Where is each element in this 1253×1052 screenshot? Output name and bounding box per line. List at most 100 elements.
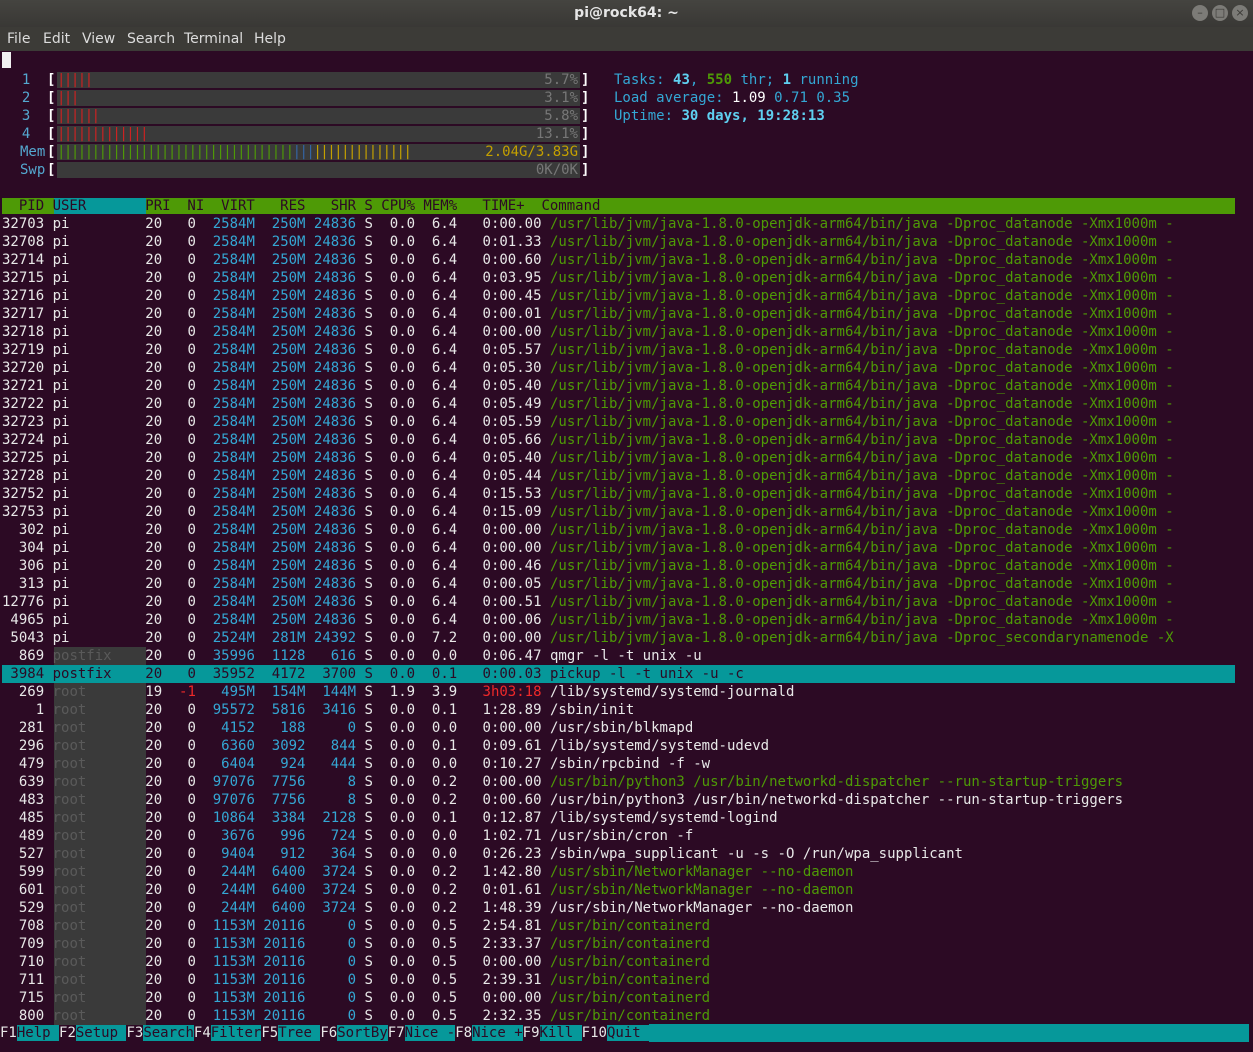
fkey-label-search[interactable]: Search [143,1025,194,1041]
fkey-f1[interactable]: F1 [0,1025,17,1041]
cell-cpu: 0.0 [372,234,416,250]
cell-shr: 24836 [305,378,357,394]
cell-pri: 20 [128,828,163,844]
fkey-label-quit[interactable]: Quit [606,1025,650,1041]
cell-mem: 0.1 [415,666,458,682]
menu-terminal[interactable]: Terminal [184,31,243,47]
process-row[interactable]: 32715 pi 20 0 2584M 250M 24836 S 0.0 6.4… [2,269,1237,287]
process-row[interactable]: 32716 pi 20 0 2584M 250M 24836 S 0.0 6.4… [2,287,1237,305]
process-row[interactable]: 32703 pi 20 0 2584M 250M 24836 S 0.0 6.4… [2,215,1237,233]
fkey-label-help[interactable]: Help [16,1025,60,1041]
cell-virt: 2524M [195,630,255,646]
fkey-f8[interactable]: F8 [455,1025,472,1041]
fkey-f7[interactable]: F7 [388,1025,405,1041]
cell-user: pi [52,414,129,430]
fkey-f2[interactable]: F2 [59,1025,76,1041]
fkey-f9[interactable]: F9 [523,1025,540,1041]
process-row[interactable]: 32722 pi 20 0 2584M 250M 24836 S 0.0 6.4… [2,395,1237,413]
process-row[interactable]: 485 root 20 0 10864 3384 2128 S 0.0 0.1 … [2,809,1237,827]
cell-user: pi [52,288,129,304]
menu-file[interactable]: File [7,31,30,47]
process-row[interactable]: 711 root 20 0 1153M 20116 0 S 0.0 0.5 2:… [2,971,1237,989]
process-row[interactable]: 32724 pi 20 0 2584M 250M 24836 S 0.0 6.4… [2,431,1237,449]
cell-state: S [356,540,373,556]
maximize-icon[interactable]: □ [1212,5,1228,21]
process-row[interactable]: 715 root 20 0 1153M 20116 0 S 0.0 0.5 0:… [2,989,1237,1007]
process-row[interactable]: 489 root 20 0 3676 996 724 S 0.0 0.0 1:0… [2,827,1237,845]
process-row[interactable]: 710 root 20 0 1153M 20116 0 S 0.0 0.5 0:… [2,953,1237,971]
process-row[interactable]: 32725 pi 20 0 2584M 250M 24836 S 0.0 6.4… [2,449,1237,467]
process-row[interactable]: 32728 pi 20 0 2584M 250M 24836 S 0.0 6.4… [2,467,1237,485]
process-row[interactable]: 639 root 20 0 97076 7756 8 S 0.0 0.2 0:0… [2,773,1237,791]
process-row[interactable]: 32723 pi 20 0 2584M 250M 24836 S 0.0 6.4… [2,413,1237,431]
process-row[interactable]: 32708 pi 20 0 2584M 250M 24836 S 0.0 6.4… [2,233,1237,251]
window-titlebar[interactable]: pi@rock64: ~ – □ × [0,0,1253,27]
cell-state: S [356,288,373,304]
process-row[interactable]: 709 root 20 0 1153M 20116 0 S 0.0 0.5 2:… [2,935,1237,953]
cell-cpu: 0.0 [372,630,416,646]
fkey-f4[interactable]: F4 [194,1025,211,1041]
process-row[interactable]: 3984 postfix 20 0 35952 4172 3700 S 0.0 … [2,665,1237,683]
process-row[interactable]: 32753 pi 20 0 2584M 250M 24836 S 0.0 6.4… [2,503,1237,521]
process-row[interactable]: 296 root 20 0 6360 3092 844 S 0.0 0.1 0:… [2,737,1237,755]
cpu-4-close-bracket: ] [581,126,590,142]
cell-ni: 0 [162,882,196,898]
cell-res: 250M [254,432,306,448]
minimize-icon[interactable]: – [1192,5,1208,21]
process-row[interactable]: 32718 pi 20 0 2584M 250M 24836 S 0.0 6.4… [2,323,1237,341]
process-row[interactable]: 529 root 20 0 244M 6400 3724 S 0.0 0.2 1… [2,899,1237,917]
process-row[interactable]: 708 root 20 0 1153M 20116 0 S 0.0 0.5 2:… [2,917,1237,935]
menu-edit[interactable]: Edit [43,31,70,47]
fkey-label-nice-[interactable]: Nice + [472,1025,523,1041]
process-row[interactable]: 32752 pi 20 0 2584M 250M 24836 S 0.0 6.4… [2,485,1237,503]
process-row[interactable]: 304 pi 20 0 2584M 250M 24836 S 0.0 6.4 0… [2,539,1237,557]
process-row[interactable]: 306 pi 20 0 2584M 250M 24836 S 0.0 6.4 0… [2,557,1237,575]
cell-shr: 24836 [305,468,357,484]
cell-cpu: 0.0 [372,990,416,1006]
close-icon[interactable]: × [1232,5,1248,21]
menu-help[interactable]: Help [254,31,286,47]
fkey-label-kill[interactable]: Kill [539,1025,582,1041]
process-row[interactable]: 479 root 20 0 6404 924 444 S 0.0 0.0 0:1… [2,755,1237,773]
process-row[interactable]: 527 root 20 0 9404 912 364 S 0.0 0.0 0:2… [2,845,1237,863]
cell-cpu: 0.0 [372,432,416,448]
process-row[interactable]: 32720 pi 20 0 2584M 250M 24836 S 0.0 6.4… [2,359,1237,377]
cell-virt: 2584M [195,594,255,610]
menu-search[interactable]: Search [127,31,175,47]
cell-shr: 24836 [305,360,357,376]
process-row[interactable]: 32719 pi 20 0 2584M 250M 24836 S 0.0 6.4… [2,341,1237,359]
process-row[interactable]: 32717 pi 20 0 2584M 250M 24836 S 0.0 6.4… [2,305,1237,323]
process-row[interactable]: 483 root 20 0 97076 7756 8 S 0.0 0.2 0:0… [2,791,1237,809]
fkey-label-nice-[interactable]: Nice - [404,1025,456,1041]
process-row[interactable]: 599 root 20 0 244M 6400 3724 S 0.0 0.2 1… [2,863,1237,881]
cell-time: 0:00.45 [457,288,542,304]
menu-view[interactable]: View [82,31,115,47]
fkey-label-filter[interactable]: Filter [210,1025,262,1041]
process-row[interactable]: 12776 pi 20 0 2584M 250M 24836 S 0.0 6.4… [2,593,1237,611]
cell-user: pi [52,324,129,340]
process-row[interactable]: 601 root 20 0 244M 6400 3724 S 0.0 0.2 0… [2,881,1237,899]
process-row[interactable]: 269 root 19 -1 495M 154M 144M S 1.9 3.9 … [2,683,1237,701]
process-row[interactable]: 1 root 20 0 95572 5816 3416 S 0.0 0.1 1:… [2,701,1237,719]
fkey-label-setup[interactable]: Setup [75,1025,127,1041]
fkey-f5[interactable]: F5 [261,1025,278,1041]
fkey-f3[interactable]: F3 [126,1025,143,1041]
process-row[interactable]: 5043 pi 20 0 2524M 281M 24392 S 0.0 7.2 … [2,629,1237,647]
cell-mem: 6.4 [415,522,458,538]
process-row[interactable]: 313 pi 20 0 2584M 250M 24836 S 0.0 6.4 0… [2,575,1237,593]
fkey-label-tree[interactable]: Tree [278,1025,321,1041]
process-row[interactable]: 32714 pi 20 0 2584M 250M 24836 S 0.0 6.4… [2,251,1237,269]
process-row[interactable]: 800 root 20 0 1153M 20116 0 S 0.0 0.5 2:… [2,1007,1237,1025]
process-row[interactable]: 32721 pi 20 0 2584M 250M 24836 S 0.0 6.4… [2,377,1237,395]
cell-shr: 844 [305,738,357,754]
process-row[interactable]: 302 pi 20 0 2584M 250M 24836 S 0.0 6.4 0… [2,521,1237,539]
fkey-f6[interactable]: F6 [320,1025,337,1041]
fkey-f10[interactable]: F10 [582,1025,607,1041]
cell-user: root [52,1008,129,1024]
process-row[interactable]: 281 root 20 0 4152 188 0 S 0.0 0.0 0:00.… [2,719,1237,737]
process-row[interactable]: 869 postfix 20 0 35996 1128 616 S 0.0 0.… [2,647,1237,665]
fkey-label-sortby[interactable]: SortBy [337,1025,388,1041]
cell-user: pi [52,468,129,484]
process-row[interactable]: 4965 pi 20 0 2584M 250M 24836 S 0.0 6.4 … [2,611,1237,629]
cell-state: S [356,774,373,790]
